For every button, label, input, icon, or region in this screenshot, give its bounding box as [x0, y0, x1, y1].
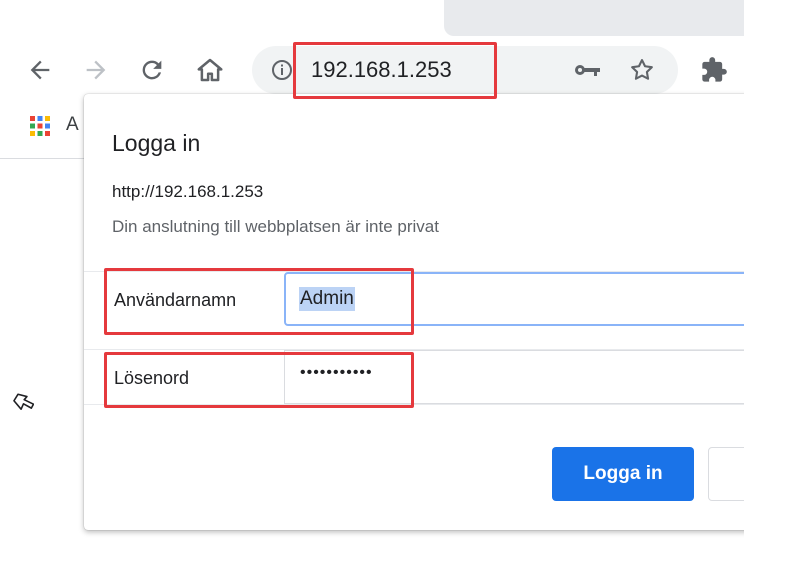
username-label: Användarnamn: [114, 290, 237, 310]
username-field[interactable]: [284, 272, 760, 326]
back-button[interactable]: [22, 52, 58, 88]
reload-icon: [142, 60, 162, 80]
forward-button[interactable]: [78, 52, 114, 88]
arrow-right-icon: [86, 60, 106, 80]
apps-grid-icon[interactable]: [28, 114, 52, 138]
address-text[interactable]: 192.168.1.253: [311, 57, 452, 83]
divider: [84, 404, 744, 405]
home-icon: [197, 58, 223, 82]
connection-warning: Din anslutning till webbplatsen är inte …: [112, 217, 439, 236]
info-icon[interactable]: [270, 58, 294, 82]
username-value[interactable]: Admin: [299, 287, 355, 311]
password-label: Lösenord: [114, 368, 190, 388]
puzzle-icon[interactable]: [700, 56, 728, 84]
login-button[interactable]: Logga in: [552, 447, 694, 501]
home-button[interactable]: [192, 52, 228, 88]
dialog-origin: http://192.168.1.253: [112, 182, 264, 201]
star-icon[interactable]: [628, 56, 656, 84]
mouse-cursor-icon: [13, 393, 34, 410]
password-value[interactable]: •••••••••••: [300, 364, 373, 382]
key-icon[interactable]: [572, 58, 604, 82]
reload-button[interactable]: [134, 52, 170, 88]
arrow-left-icon: [30, 60, 50, 80]
page-margin: [744, 0, 806, 561]
dialog-title: Logga in: [112, 130, 201, 156]
bookmark-item[interactable]: A: [66, 114, 79, 136]
tab-strip: [444, 0, 744, 36]
